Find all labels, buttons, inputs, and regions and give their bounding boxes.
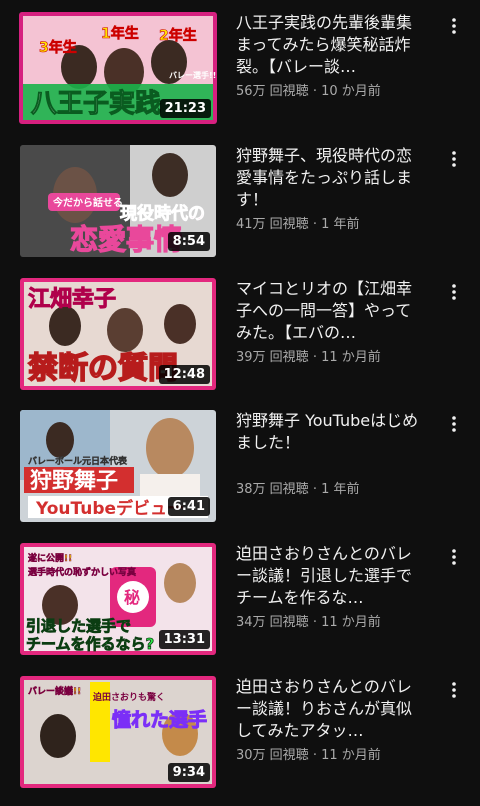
thumb-text: 今だから話せる (52, 196, 123, 209)
video-title[interactable]: マイコとリオの【江畑幸子への一問一答】やってみた。【エバの… (236, 278, 426, 344)
view-count: 38万 回視聴 (236, 482, 309, 497)
video-duration: 9:34 (167, 763, 210, 782)
thumb-text: 迫田さおりも驚く (92, 691, 165, 703)
thumb-text: 秘 (124, 588, 140, 607)
view-count: 41万 回視聴 (236, 217, 309, 232)
video-row[interactable]: 今だから話せる 現役時代の 恋愛事情 8:54 狩野舞子、現役時代の恋愛事情をた… (0, 145, 480, 275)
upload-age: 10 か月前 (321, 84, 381, 99)
video-title[interactable]: 迫田さおりさんとのバレー談議！りおさんが真似してみたアタッ… (236, 676, 426, 742)
more-vert-icon[interactable] (442, 12, 466, 40)
upload-age: 1 年前 (321, 482, 360, 497)
video-thumbnail[interactable]: バレーボール元日本代表 狩野舞子 YouTubeデビュー 6:41 (20, 410, 216, 522)
thumb-text: チームを作るなら? (26, 635, 154, 653)
video-meta: 56万 回視聴 · 10 か月前 (236, 84, 381, 99)
upload-age: 11 か月前 (321, 748, 381, 763)
more-vert-icon[interactable] (442, 543, 466, 571)
video-duration: 8:54 (167, 232, 210, 251)
video-title[interactable]: 八王子実践の先輩後輩集まってみたら爆笑秘話炸裂。【バレー談… (236, 12, 426, 78)
video-thumbnail[interactable]: 3年生 1年生 2年生 バレー選手!! 八王子実践 21:23 (19, 12, 217, 124)
video-title[interactable]: 狩野舞子 YouTubeはじめました！ (236, 410, 426, 454)
video-duration: 13:31 (158, 630, 210, 649)
thumb-text: 現役時代の (120, 203, 205, 224)
thumb-text: YouTubeデビュー (35, 498, 184, 519)
video-row[interactable]: 江畑幸子 禁断の質問 12:48 マイコとリオの【江畑幸子への一問一答】やってみ… (0, 278, 480, 408)
video-meta: 39万 回視聴 · 11 か月前 (236, 350, 381, 365)
view-count: 30万 回視聴 (236, 748, 309, 763)
upload-age: 11 か月前 (321, 615, 381, 630)
view-count: 39万 回視聴 (236, 350, 309, 365)
video-title[interactable]: 狩野舞子、現役時代の恋愛事情をたっぷり話します！ (236, 145, 426, 211)
view-count: 56万 回視聴 (236, 84, 309, 99)
thumb-text: 恋愛事情 (70, 223, 182, 256)
thumb-text: 3年生 (39, 39, 77, 56)
thumb-text: バレー選手!! (169, 70, 216, 80)
video-meta: 30万 回視聴 · 11 か月前 (236, 748, 381, 763)
thumb-text: 1年生 (101, 25, 139, 42)
video-row[interactable]: 3年生 1年生 2年生 バレー選手!! 八王子実践 21:23 八王子実践の先輩… (0, 12, 480, 142)
thumb-text: 狩野舞子 (30, 468, 118, 494)
thumb-text: 禁断の質問 (28, 351, 178, 386)
video-meta: 41万 回視聴 · 1 年前 (236, 217, 360, 232)
video-duration: 12:48 (158, 365, 210, 384)
thumb-text: 引退した選手で (26, 617, 131, 635)
more-vert-icon[interactable] (442, 145, 466, 173)
video-title[interactable]: 迫田さおりさんとのバレー談議！引退した選手でチームを作るな… (236, 543, 426, 609)
thumb-text: 遂に公開!! (28, 552, 72, 564)
video-duration: 21:23 (159, 99, 211, 118)
video-meta: 34万 回視聴 · 11 か月前 (236, 615, 381, 630)
more-vert-icon[interactable] (442, 410, 466, 438)
thumb-text: 憧れた選手 (112, 708, 207, 731)
thumb-text: 2年生 (159, 27, 197, 44)
video-meta: 38万 回視聴 · 1 年前 (236, 482, 360, 497)
thumb-text: 八王子実践 (31, 88, 161, 119)
video-row[interactable]: バレーボール元日本代表 狩野舞子 YouTubeデビュー 6:41 狩野舞子 Y… (0, 410, 480, 540)
thumb-text: バレーボール元日本代表 (28, 455, 128, 467)
video-row[interactable]: 迫田さおりも驚く バレー談議!! 憧れた選手 9:34 迫田さおりさんとのバレー… (0, 676, 480, 806)
thumb-text: 江畑幸子 (28, 286, 116, 312)
thumb-text: 選手時代の恥ずかしい写真 (28, 566, 136, 578)
video-duration: 6:41 (167, 497, 210, 516)
view-count: 34万 回視聴 (236, 615, 309, 630)
video-row[interactable]: 秘 遂に公開!! 選手時代の恥ずかしい写真 引退した選手で チームを作るなら? … (0, 543, 480, 673)
video-thumbnail[interactable]: 迫田さおりも驚く バレー談議!! 憧れた選手 9:34 (20, 676, 216, 788)
video-thumbnail[interactable]: 今だから話せる 現役時代の 恋愛事情 8:54 (20, 145, 216, 257)
more-vert-icon[interactable] (442, 278, 466, 306)
thumb-text: バレー談議!! (28, 685, 81, 697)
upload-age: 1 年前 (321, 217, 360, 232)
video-thumbnail[interactable]: 江畑幸子 禁断の質問 12:48 (20, 278, 216, 390)
video-thumbnail[interactable]: 秘 遂に公開!! 選手時代の恥ずかしい写真 引退した選手で チームを作るなら? … (20, 543, 216, 655)
more-vert-icon[interactable] (442, 676, 466, 704)
upload-age: 11 か月前 (321, 350, 381, 365)
